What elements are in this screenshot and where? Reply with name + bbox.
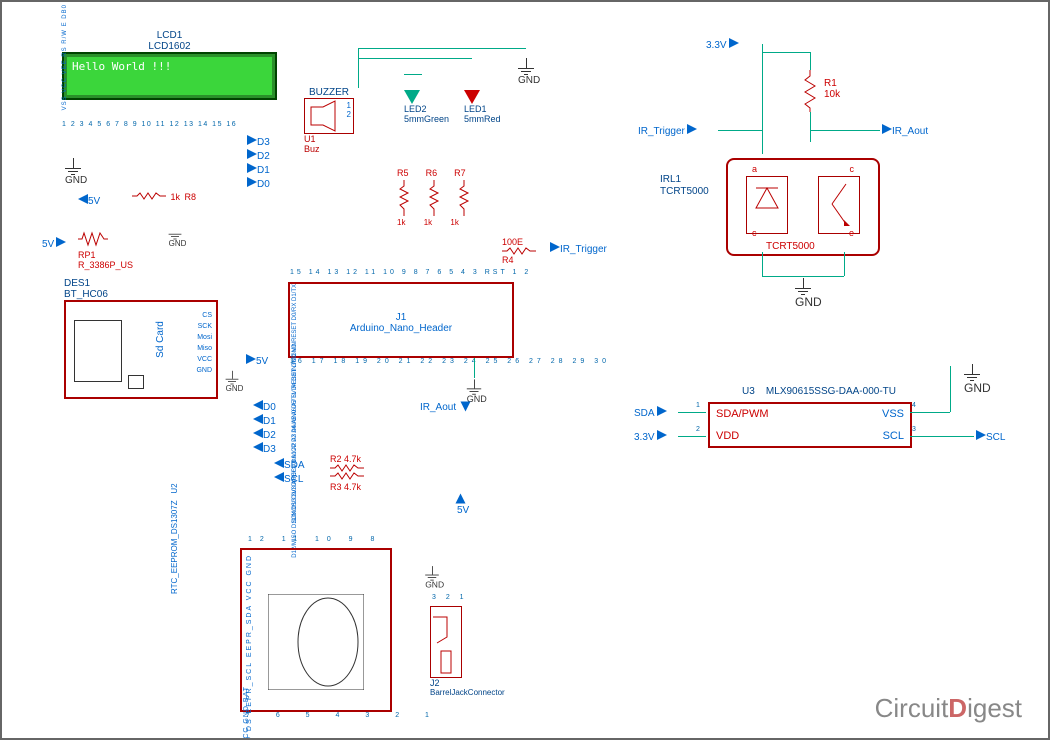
- net-ir-trigger: IR_Trigger: [638, 124, 697, 137]
- led1: LED1 5mmRed: [464, 90, 501, 124]
- gnd-mlx: GND: [964, 364, 980, 395]
- gnd-leds: GND: [518, 58, 534, 86]
- lcd-ref: LCD1: [62, 30, 277, 41]
- lcd-text: Hello World !!!: [72, 60, 171, 73]
- r4: 100E R4: [502, 237, 536, 265]
- r1: [804, 70, 816, 115]
- arduino-pins-bot: SCK/D13 3V3 AREF A0 A1 A2 A3 A4 A5 A6 A7…: [292, 342, 508, 523]
- brand-watermark: CircuitDigest: [875, 693, 1022, 724]
- r3: R3 4.7k: [330, 472, 364, 492]
- r-vals: 1k 1k 1k: [397, 218, 459, 227]
- net-sda-mlx: SDA: [634, 406, 667, 419]
- sd-module: DES1 BT_HC06 Sd Card CSSCKMosiMisoVCCGND: [64, 278, 218, 399]
- mlx90615: SDA/PWM VDD VSS SCL: [708, 402, 912, 448]
- lcd-part: LCD1602: [62, 41, 277, 52]
- net-33v-mlx: 3.3V: [634, 430, 667, 443]
- rp1: RP1 R_3386P_US: [78, 230, 133, 270]
- net-ir-aout: IR_Aout: [882, 124, 928, 137]
- net-5v-nano: 5V: [457, 492, 469, 516]
- led2: LED2 5mmGreen: [404, 90, 449, 124]
- arduino-nums-bot: 16 17 18 19 20 21 22 23 24 25 26 27 28 2…: [290, 358, 610, 365]
- net-scl-mlx: SCL: [976, 430, 1005, 443]
- gnd-ir: GND: [795, 278, 811, 309]
- mlx-labels: U3 MLX90615SSG-DAA-000-TU: [742, 386, 896, 397]
- buzzer: BUZZER 12 U1 Buz: [304, 87, 354, 154]
- barrel-jack: J2 BarrelJackConnector: [430, 606, 505, 697]
- r1-label: R1 10k: [824, 78, 840, 100]
- r2: R2 4.7k: [330, 454, 364, 472]
- net-5v-lcd: 5V: [78, 194, 100, 207]
- rtc-part: RTC_EEPROM_DS1307Z U2: [170, 483, 179, 594]
- lcd-pins: VSS VCC VEE RS R/W E DB0 DB1 DB2 DB3 DB4…: [62, 102, 277, 110]
- gnd-pot: GND: [169, 234, 182, 248]
- net-5v-sd: 5V: [246, 354, 268, 367]
- r-row: R5 R6 R7: [397, 167, 466, 179]
- gnd-barrel: GND: [425, 566, 439, 590]
- rtc-module: [240, 548, 392, 712]
- nets-d-lcd: D3 D2 D1 D0: [247, 135, 270, 191]
- lcd-pin-nums: 1 2 3 4 5 6 7 8 9 10 11 12 13 14 15 16: [62, 121, 277, 128]
- r8: 1k R8: [132, 192, 196, 202]
- net-ir-aout-nano: IR_Aout: [420, 400, 469, 413]
- net-5v-pot: 5V: [42, 237, 66, 250]
- net-ir-trigger-arduino: IR_Trigger: [550, 242, 607, 255]
- net-33v-ir: 3.3V: [706, 38, 739, 51]
- gnd-sd: GND: [226, 371, 239, 393]
- arduino-nums-top: 15 14 13 12 11 10 9 8 7 6 5 4 3 RST 1 2: [290, 269, 531, 276]
- nets-i2c-nano: SDA SCL: [274, 458, 305, 486]
- ir-ref: IRL1 TCRT5000: [660, 174, 709, 198]
- nets-d-nano: D0 D1 D2 D3: [253, 400, 276, 456]
- lcd-display: Hello World !!!: [62, 52, 277, 100]
- tcrt5000: a c c e TCRT5000: [726, 158, 880, 256]
- gnd-lcd: GND: [65, 158, 81, 186]
